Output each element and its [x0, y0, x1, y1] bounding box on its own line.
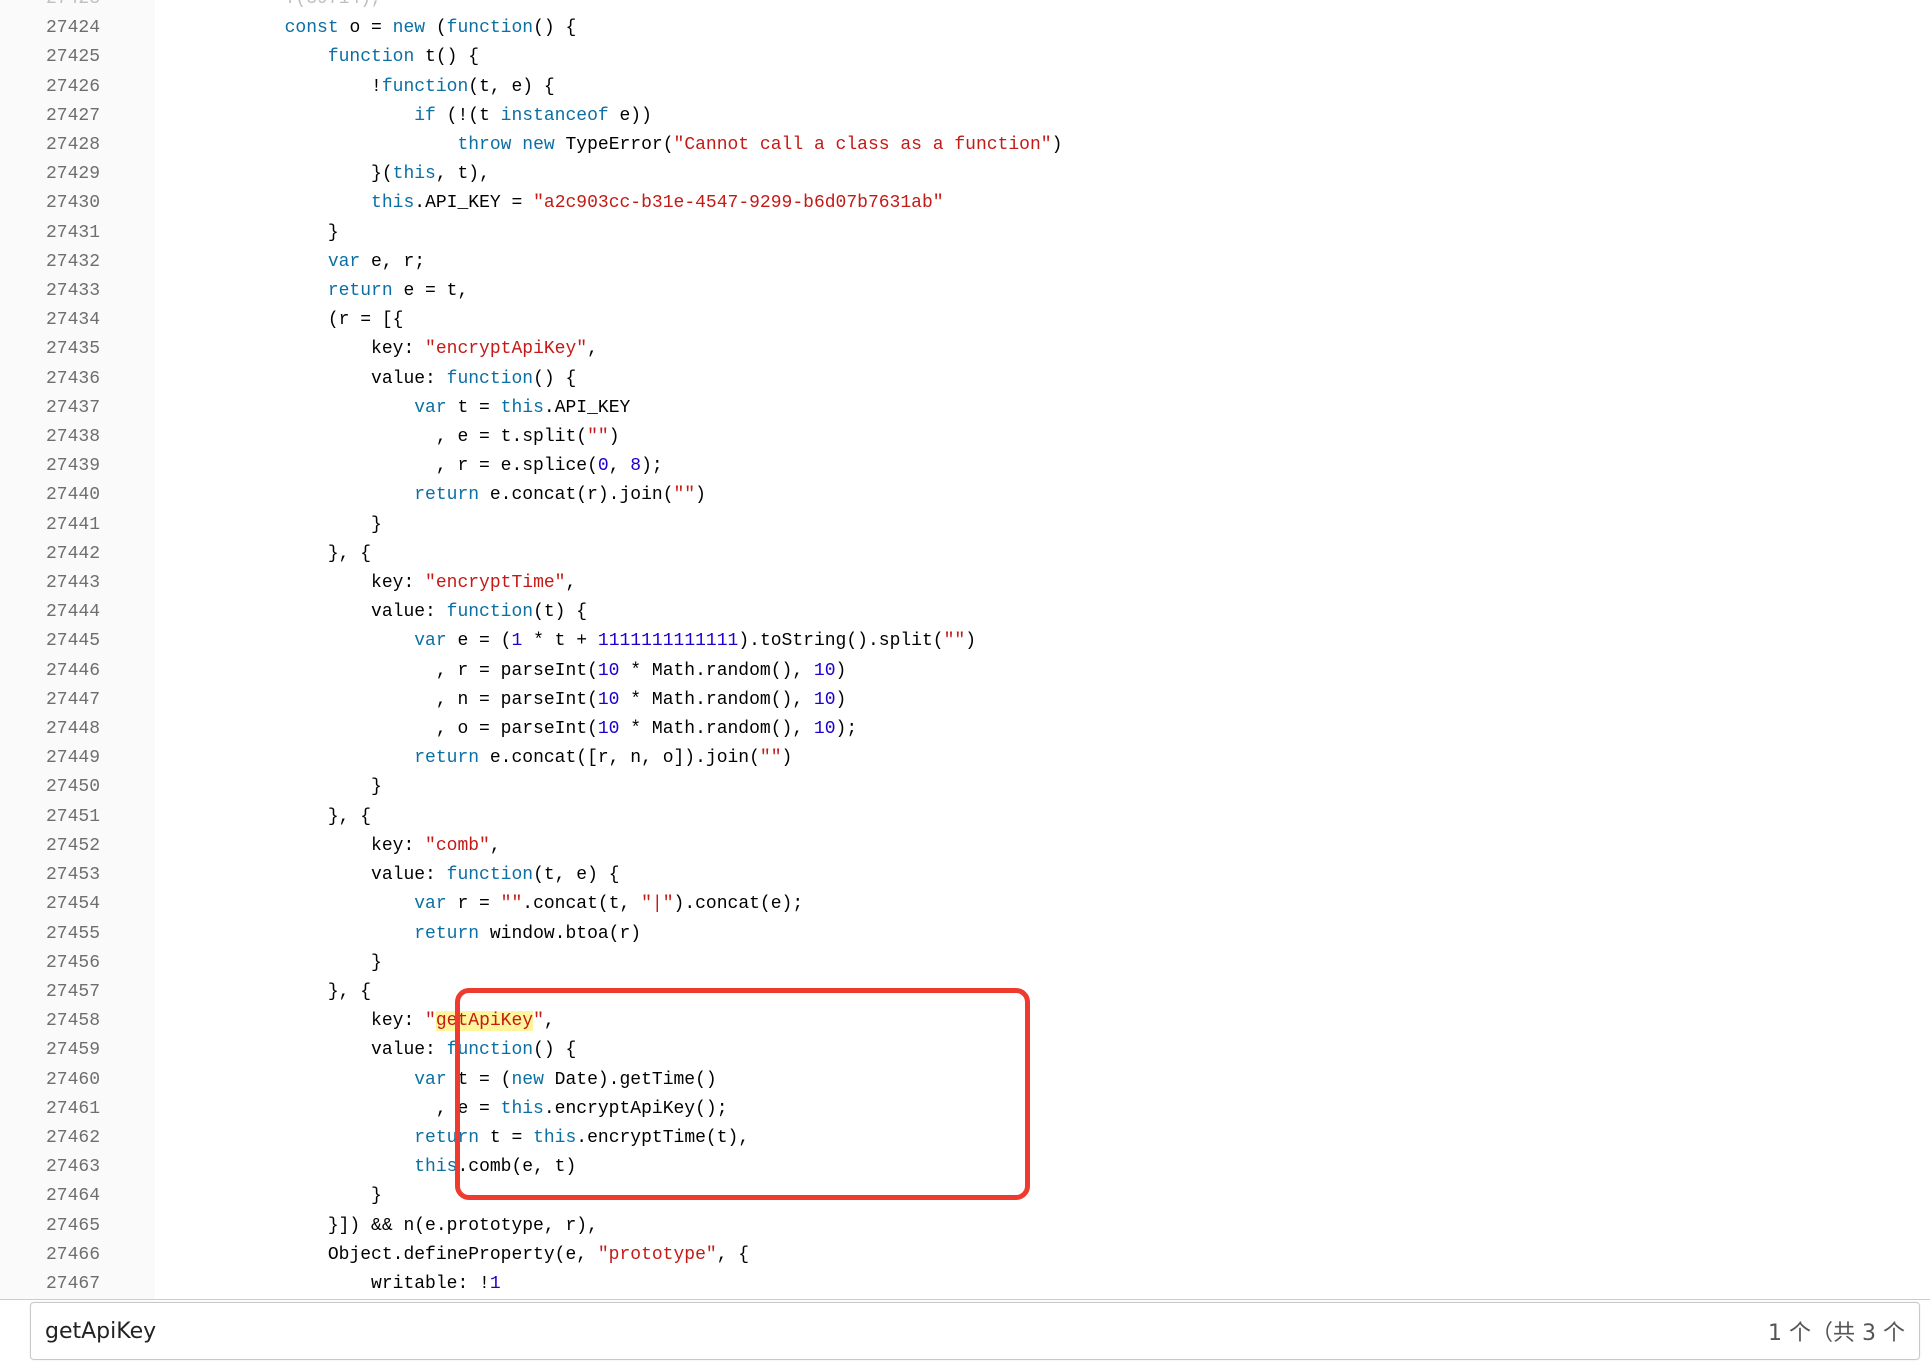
- line-number: 27433: [0, 277, 100, 306]
- code-line: , r = parseInt(10 * Math.random(), 10): [155, 657, 1930, 686]
- line-number: 27426: [0, 73, 100, 102]
- code-line: }, {: [155, 803, 1930, 832]
- line-number: 27440: [0, 481, 100, 510]
- line-number: 27459: [0, 1036, 100, 1065]
- search-bar[interactable]: 1 个（共 3 个: [30, 1302, 1920, 1360]
- line-number: 27424: [0, 14, 100, 43]
- code-content[interactable]: T(39714), const o = new (function() { fu…: [155, 0, 1930, 1299]
- code-line: throw new TypeError("Cannot call a class…: [155, 131, 1930, 160]
- code-line: }, {: [155, 978, 1930, 1007]
- line-number: 27429: [0, 160, 100, 189]
- line-number-gutter: 2742327424274252742627427274282742927430…: [0, 0, 155, 1299]
- code-line: }: [155, 219, 1930, 248]
- line-number: 27449: [0, 744, 100, 773]
- line-number: 27467: [0, 1270, 100, 1299]
- code-line: key: "encryptTime",: [155, 569, 1930, 598]
- code-line: key: "comb",: [155, 832, 1930, 861]
- code-line: function t() {: [155, 43, 1930, 72]
- line-number: 27466: [0, 1241, 100, 1270]
- line-number: 27457: [0, 978, 100, 1007]
- line-number: 27442: [0, 540, 100, 569]
- search-input[interactable]: [45, 1319, 1748, 1344]
- line-number: 27453: [0, 861, 100, 890]
- line-number: 27461: [0, 1095, 100, 1124]
- search-result-count: 1 个（共 3 个: [1748, 1315, 1905, 1347]
- line-number: 27434: [0, 306, 100, 335]
- line-number: 27436: [0, 365, 100, 394]
- code-line: }(this, t),: [155, 160, 1930, 189]
- line-number: 27441: [0, 511, 100, 540]
- code-line: value: function(t, e) {: [155, 861, 1930, 890]
- code-line: key: "encryptApiKey",: [155, 335, 1930, 364]
- line-number: 27437: [0, 394, 100, 423]
- code-line: var t = (new Date).getTime(): [155, 1066, 1930, 1095]
- code-line: return e.concat(r).join(""): [155, 481, 1930, 510]
- code-line: writable: !1: [155, 1270, 1930, 1299]
- code-line: key: "getApiKey",: [155, 1007, 1930, 1036]
- line-number: 27431: [0, 219, 100, 248]
- code-line: return t = this.encryptTime(t),: [155, 1124, 1930, 1153]
- line-number: 27425: [0, 43, 100, 72]
- line-number: 27456: [0, 949, 100, 978]
- code-line: const o = new (function() {: [155, 14, 1930, 43]
- code-line: value: function(t) {: [155, 598, 1930, 627]
- line-number: 27430: [0, 189, 100, 218]
- code-line: Object.defineProperty(e, "prototype", {: [155, 1241, 1930, 1270]
- code-line: , n = parseInt(10 * Math.random(), 10): [155, 686, 1930, 715]
- code-editor[interactable]: 2742327424274252742627427274282742927430…: [0, 0, 1930, 1300]
- code-line: }, {: [155, 540, 1930, 569]
- code-line: , e = t.split(""): [155, 423, 1930, 452]
- line-number: 27428: [0, 131, 100, 160]
- line-number: 27444: [0, 598, 100, 627]
- code-line: }: [155, 511, 1930, 540]
- code-line: var e = (1 * t + 1111111111111).toString…: [155, 627, 1930, 656]
- search-match: getApiKey: [436, 1011, 533, 1031]
- line-number: 27439: [0, 452, 100, 481]
- code-line: (r = [{: [155, 306, 1930, 335]
- code-line: var t = this.API_KEY: [155, 394, 1930, 423]
- line-number: 27447: [0, 686, 100, 715]
- line-number: 27443: [0, 569, 100, 598]
- code-line: return e = t,: [155, 277, 1930, 306]
- code-line: this.comb(e, t): [155, 1153, 1930, 1182]
- code-line: if (!(t instanceof e)): [155, 102, 1930, 131]
- code-line: }: [155, 773, 1930, 802]
- code-line: var e, r;: [155, 248, 1930, 277]
- code-line: !function(t, e) {: [155, 73, 1930, 102]
- line-number: 27460: [0, 1066, 100, 1095]
- code-line: , o = parseInt(10 * Math.random(), 10);: [155, 715, 1930, 744]
- line-number: 27427: [0, 102, 100, 131]
- code-line: }: [155, 949, 1930, 978]
- line-number: 27463: [0, 1153, 100, 1182]
- line-number: 27445: [0, 627, 100, 656]
- line-number: 27462: [0, 1124, 100, 1153]
- code-line: }]) && n(e.prototype, r),: [155, 1212, 1930, 1241]
- line-number: 27448: [0, 715, 100, 744]
- code-line: return e.concat([r, n, o]).join(""): [155, 744, 1930, 773]
- line-number: 27465: [0, 1212, 100, 1241]
- code-line: value: function() {: [155, 365, 1930, 394]
- code-line: T(39714),: [155, 0, 1930, 14]
- line-number: 27452: [0, 832, 100, 861]
- line-number: 27455: [0, 920, 100, 949]
- line-number: 27432: [0, 248, 100, 277]
- line-number: 27464: [0, 1182, 100, 1211]
- code-line: }: [155, 1182, 1930, 1211]
- code-line: var r = "".concat(t, "|").concat(e);: [155, 890, 1930, 919]
- line-number: 27451: [0, 803, 100, 832]
- code-line: this.API_KEY = "a2c903cc-b31e-4547-9299-…: [155, 189, 1930, 218]
- code-line: return window.btoa(r): [155, 920, 1930, 949]
- line-number: 27450: [0, 773, 100, 802]
- line-number: 27435: [0, 335, 100, 364]
- code-line: value: function() {: [155, 1036, 1930, 1065]
- line-number: 27438: [0, 423, 100, 452]
- line-number: 27446: [0, 657, 100, 686]
- code-line: , e = this.encryptApiKey();: [155, 1095, 1930, 1124]
- line-number: 27454: [0, 890, 100, 919]
- code-line: , r = e.splice(0, 8);: [155, 452, 1930, 481]
- line-number: 27458: [0, 1007, 100, 1036]
